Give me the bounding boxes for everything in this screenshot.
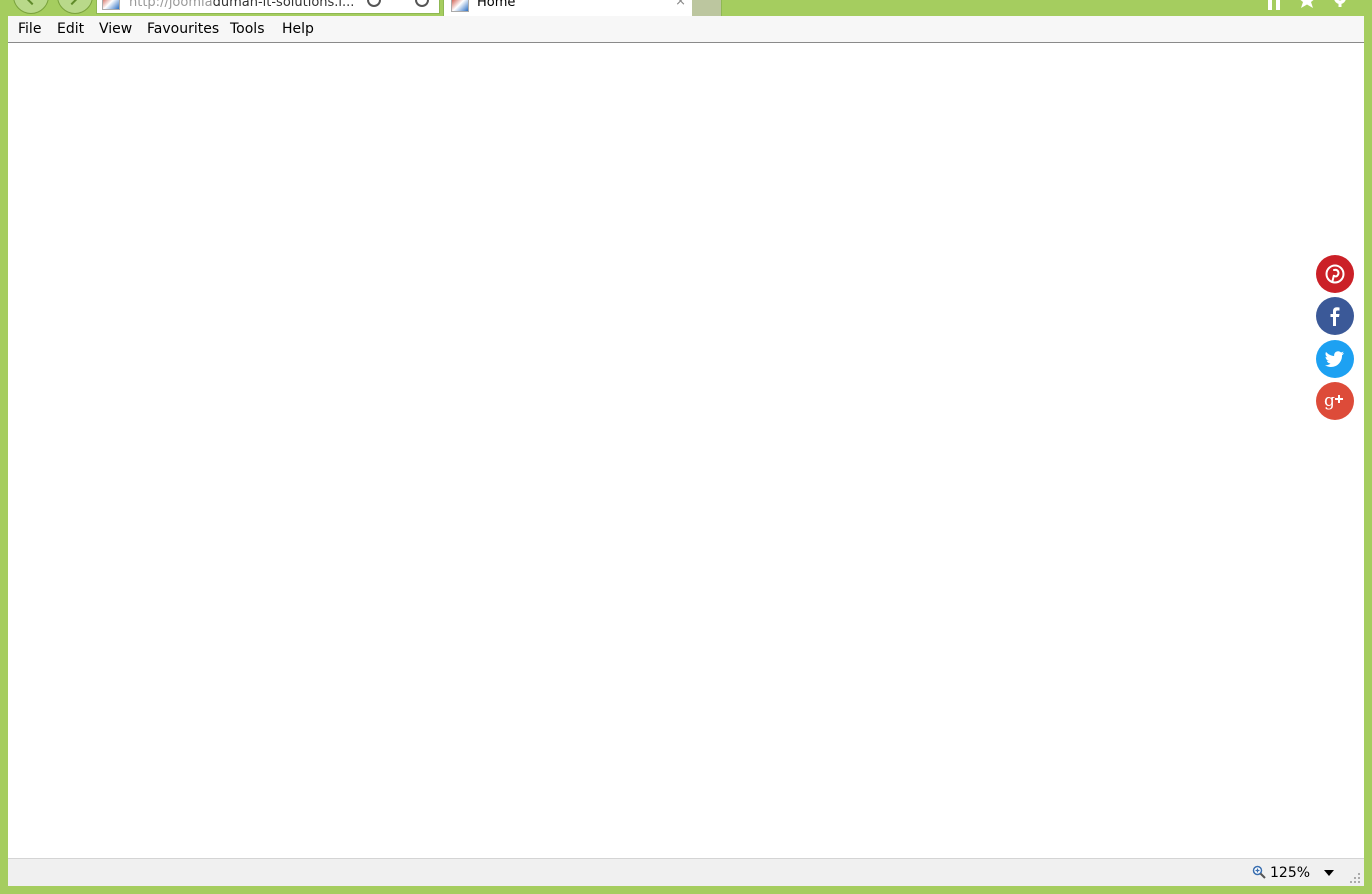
chevron-down-icon[interactable] [1324, 870, 1334, 876]
menu-item-edit[interactable]: Edit [57, 21, 84, 37]
star-icon[interactable] [1298, 0, 1316, 10]
back-arrow-icon [24, 0, 40, 6]
url-rest: duman-it-solutions.i... [212, 0, 355, 10]
back-button[interactable] [13, 0, 49, 14]
twitter-icon [1325, 351, 1344, 367]
forward-arrow-icon [64, 0, 80, 6]
facebook-icon [1330, 307, 1340, 326]
menu-item-file[interactable]: File [18, 21, 41, 37]
facebook-share-button[interactable] [1316, 297, 1354, 335]
url-prefix: http://joomla [129, 0, 213, 10]
tab-home[interactable]: Home × [443, 0, 693, 16]
menu-item-tools[interactable]: Tools [230, 21, 265, 37]
resize-grip-icon[interactable] [1350, 873, 1360, 883]
svg-text:g: g [1324, 391, 1335, 411]
gear-icon[interactable] [1331, 0, 1349, 10]
page-content: g [8, 43, 1364, 858]
menu-bar: File Edit View Favourites Tools Help [8, 16, 1364, 43]
close-icon[interactable]: × [675, 0, 686, 9]
address-url[interactable]: http://joomladuman-it-solutions.i... [129, 0, 359, 10]
menu-item-help[interactable]: Help [282, 21, 314, 37]
search-icon[interactable] [367, 0, 381, 7]
tab-favicon-icon [451, 0, 469, 12]
new-tab-button[interactable] [692, 0, 722, 16]
twitter-share-button[interactable] [1316, 340, 1354, 378]
window-border-bottom [0, 886, 1372, 894]
forward-button[interactable] [57, 0, 93, 14]
status-bar: 125% [8, 858, 1364, 887]
pinterest-icon [1325, 264, 1345, 284]
tab-title: Home [477, 0, 516, 10]
google-plus-share-button[interactable]: g [1316, 382, 1354, 420]
address-bar[interactable]: http://joomladuman-it-solutions.i... [96, 0, 440, 14]
home-icon[interactable] [1265, 0, 1283, 10]
browser-window: http://joomladuman-it-solutions.i... Hom… [0, 0, 1372, 894]
menu-item-favourites[interactable]: Favourites [147, 21, 219, 37]
pinterest-share-button[interactable] [1316, 255, 1354, 293]
menu-item-view[interactable]: View [99, 21, 132, 37]
refresh-icon[interactable] [415, 0, 429, 7]
google-plus-icon: g [1324, 391, 1343, 411]
window-border-right [1364, 16, 1372, 858]
browser-toolbar: http://joomladuman-it-solutions.i... Hom… [0, 0, 1372, 16]
zoom-level[interactable]: 125% [1270, 865, 1310, 881]
zoom-magnifier-icon[interactable] [1252, 865, 1266, 879]
site-favicon-icon [102, 0, 120, 10]
